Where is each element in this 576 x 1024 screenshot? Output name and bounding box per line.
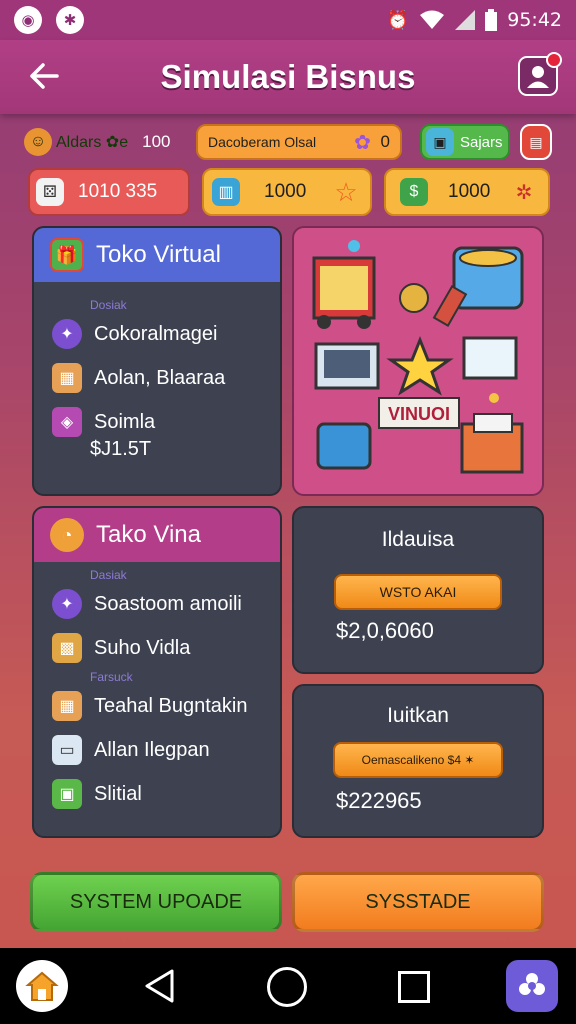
resource-dice[interactable]: ⚄ 1010 335 <box>28 168 190 216</box>
item-label: Slitial <box>94 782 142 805</box>
resource-value: 1000 <box>264 181 307 202</box>
item-label: Allan Ilegpan <box>94 738 210 761</box>
list-item[interactable]: ▭ Allan Ilegpan <box>34 728 280 772</box>
signal-icon <box>455 10 476 30</box>
sub-label: Dasiak <box>90 568 127 582</box>
system-upgrade-button[interactable]: SYSTEM UPOADE <box>30 872 282 932</box>
app-bar: Simulasi Bisnus <box>0 40 576 114</box>
resource-bag[interactable]: ▤ <box>520 124 552 160</box>
item-label: Suho Vidla <box>94 636 191 659</box>
resource-row-2: ⚄ 1010 335 ▥ 1000 ☆ $ 1000 ✲ <box>28 168 550 216</box>
wifi-icon <box>420 10 445 29</box>
gift-icon: 🎁 <box>50 238 84 272</box>
star-notification-icon: ✱ <box>56 6 84 34</box>
resource-label: Sajars <box>460 133 503 151</box>
store-illustration: VINUOI <box>292 226 544 496</box>
resource-cash[interactable]: $ 1000 ✲ <box>384 168 550 216</box>
item-label: Cokoralmagei <box>94 322 218 345</box>
resource-value: 0 <box>380 132 390 151</box>
stat-card-iuitkan: Iuitkan Oemascalikeno $4 ✶ $222965 <box>292 684 544 838</box>
notification-dot <box>546 52 562 68</box>
panel-title: Tako Vina <box>96 521 201 548</box>
profile-button[interactable] <box>518 52 562 96</box>
settings-button[interactable] <box>506 960 558 1012</box>
star-icon: ☆ <box>334 176 358 207</box>
flower-icon <box>519 973 545 995</box>
battery-icon <box>485 9 498 31</box>
sub-label: Dosiak <box>90 298 127 312</box>
stat-title: Iuitkan <box>387 704 449 727</box>
syssetade-button[interactable]: SYSSTADE <box>292 872 544 932</box>
recents-nav-icon[interactable] <box>398 971 430 1003</box>
gift-box-icon: ◈ <box>52 407 82 437</box>
resource-label: Aldars ✿e <box>56 134 129 151</box>
list-item[interactable]: ✦ Soastoom amoili <box>34 582 280 626</box>
illustration-label: VINUOI <box>388 404 450 424</box>
chip-icon: ✿ <box>354 131 371 154</box>
toko-virtual-header: 🎁 Toko Virtual <box>34 228 280 282</box>
star-badge-icon: ✦ <box>52 319 82 349</box>
panel-title: Toko Virtual <box>96 241 221 268</box>
box-icon: ▥ <box>212 178 240 206</box>
home-button[interactable] <box>16 960 68 1012</box>
badge-icon: ◔ <box>50 518 84 552</box>
shop-items-illustration: VINUOI <box>312 240 524 474</box>
card-icon: ▭ <box>52 735 82 765</box>
list-item[interactable]: ✦ Cokoralmagei <box>34 312 280 356</box>
coin-icon: ☺ <box>24 128 52 156</box>
sub-label: Farsuck <box>90 670 133 684</box>
item-label: Soimla <box>94 410 156 433</box>
stat-value: $2,0,6060 <box>336 618 434 643</box>
navigation-bar <box>0 948 576 1024</box>
tako-vina-panel: ◔ Tako Vina Dasiak ✦ Soastoom amoili ▩ S… <box>32 506 282 838</box>
bag-icon: ▤ <box>529 133 543 150</box>
resource-sajars[interactable]: ▣ Sajars <box>420 124 510 160</box>
stat-card-ildauisa: Ildauisa WSTO AKAI $2,0,6060 <box>292 506 544 674</box>
toko-virtual-panel: 🎁 Toko Virtual Dosiak ✦ Cokoralmagei ▦ A… <box>32 226 282 496</box>
stat-value: $222965 <box>336 788 422 813</box>
resource-value: 100 <box>142 132 171 151</box>
star-badge-icon: ✦ <box>52 589 82 619</box>
cube-icon: ▣ <box>426 128 454 156</box>
resource-row-1: ☺ Aldars ✿e 100 Dacoberam Olsal ✿ 0 ▣ Sa… <box>24 122 554 162</box>
item-label: Soastoom amoili <box>94 592 242 615</box>
item-price: $J1.5T <box>90 438 152 460</box>
status-time: 95:42 <box>507 9 562 31</box>
bow-icon: ✲ <box>515 181 533 204</box>
list-item[interactable]: ▣ Slitial <box>34 772 280 816</box>
item-label: Aolan, Blaaraa <box>94 366 226 389</box>
resource-value: 1000 <box>448 181 491 202</box>
app-notification-icon: ◉ <box>14 6 42 34</box>
stat-action-button[interactable]: Oemascalikeno $4 ✶ <box>333 742 503 778</box>
crate-icon: ▦ <box>52 363 82 393</box>
status-bar: ◉ ✱ ⏰ 95:42 <box>0 0 576 40</box>
list-item[interactable]: ▦ Aolan, Blaaraa <box>34 356 280 400</box>
page-title: Simulasi Bisnus <box>160 58 416 95</box>
resource-aldars[interactable]: ☺ Aldars ✿e 100 <box>24 126 174 158</box>
item-label: Teahal Bugntakin <box>94 694 248 717</box>
back-nav-icon[interactable] <box>142 968 176 1004</box>
user-icon <box>527 66 549 88</box>
stat-action-button[interactable]: WSTO AKAI <box>334 574 502 610</box>
list-item[interactable]: ▦ Teahal Bugntakin <box>34 684 280 728</box>
resource-box[interactable]: ▥ 1000 ☆ <box>202 168 372 216</box>
resource-label: Dacoberam Olsal <box>208 134 317 150</box>
list-item[interactable]: ▩ Suho Vidla <box>34 626 280 670</box>
crate-icon: ▦ <box>52 691 82 721</box>
resource-value: 1010 335 <box>78 181 158 202</box>
dice-icon: ⚄ <box>36 178 64 206</box>
home-icon <box>25 971 59 1001</box>
resource-dacoberam[interactable]: Dacoberam Olsal ✿ 0 <box>196 124 402 160</box>
alarm-icon: ⏰ <box>386 9 410 31</box>
tako-vina-header: ◔ Tako Vina <box>34 508 280 562</box>
stat-title: Ildauisa <box>381 528 455 551</box>
basket-icon: ▣ <box>52 779 82 809</box>
register-icon: ▩ <box>52 633 82 663</box>
cash-icon: $ <box>400 178 428 206</box>
home-nav-circle[interactable] <box>267 967 307 1007</box>
